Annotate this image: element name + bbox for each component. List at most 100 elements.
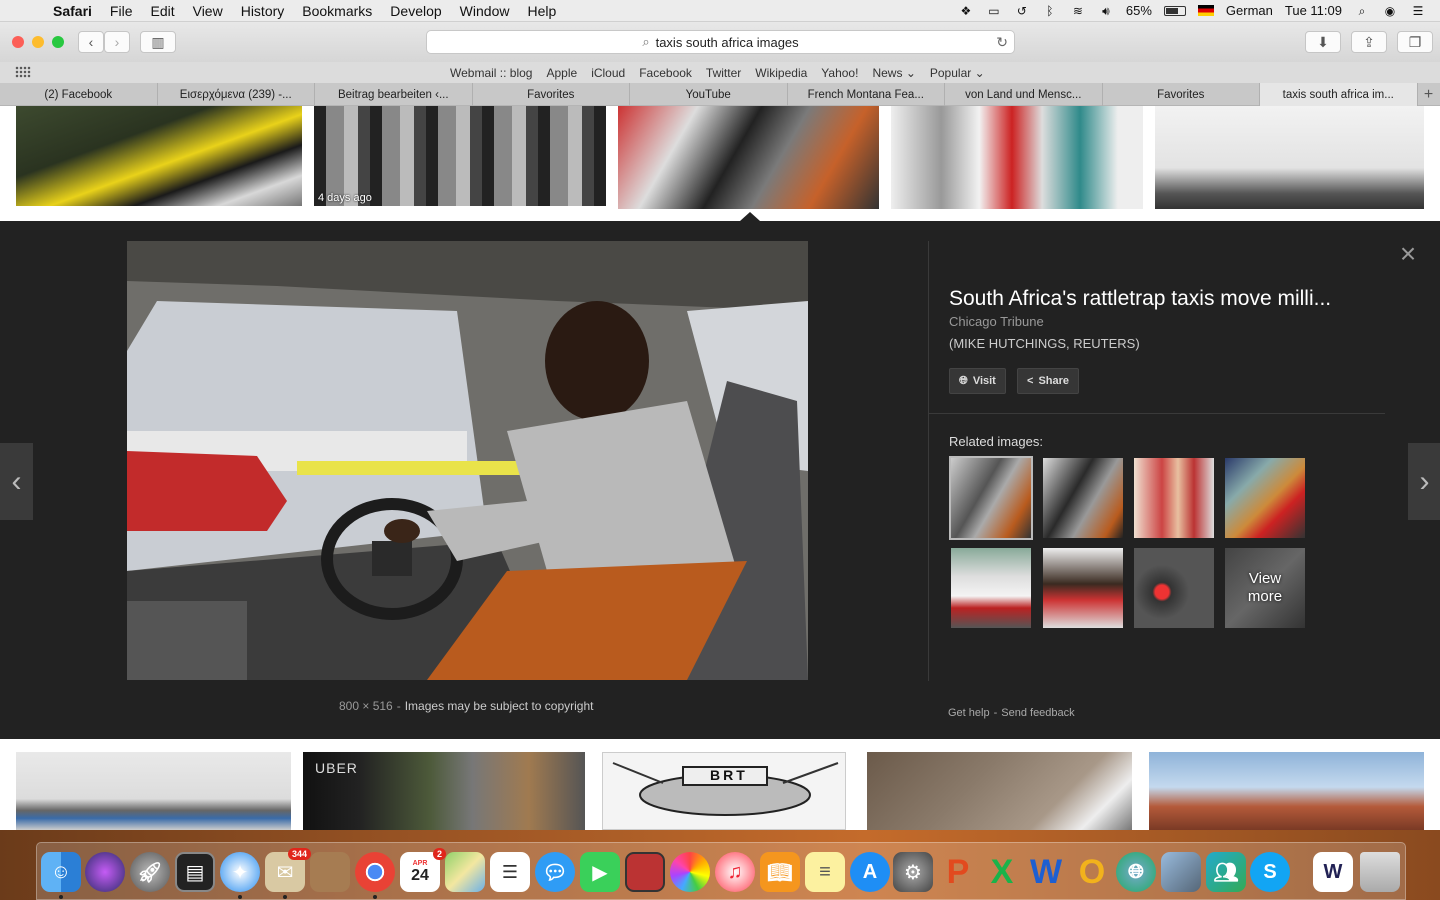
activity-monitor-icon[interactable]: ▤ <box>175 852 215 892</box>
top-sites-grid-icon[interactable] <box>15 66 31 78</box>
itunes-icon[interactable]: ♫ <box>715 852 755 892</box>
close-icon[interactable]: × <box>1396 240 1420 268</box>
tab-overview-button[interactable]: ❐ <box>1397 31 1433 53</box>
photos-icon[interactable] <box>670 852 710 892</box>
tab-taxis-search[interactable]: taxis south africa im... <box>1260 83 1418 106</box>
excel-icon[interactable]: X <box>982 852 1022 892</box>
address-bar[interactable]: ⌕ taxis south africa images ↻ <box>426 30 1015 54</box>
result-thumbnail[interactable] <box>16 752 291 830</box>
fav-facebook[interactable]: Facebook <box>639 66 692 80</box>
result-thumbnail[interactable]: UBER <box>303 752 585 830</box>
clock[interactable]: Tue 11:09 <box>1285 3 1342 18</box>
notes-icon[interactable]: ≡ <box>805 852 845 892</box>
fav-popular[interactable]: Popular ⌄ <box>930 66 985 80</box>
menu-history[interactable]: History <box>232 3 294 19</box>
maps-icon[interactable] <box>445 852 485 892</box>
previous-image-button[interactable]: ‹ <box>0 443 33 520</box>
back-button[interactable]: ‹ <box>78 31 104 53</box>
messages-icon[interactable]: 💬︎ <box>535 852 575 892</box>
menu-window[interactable]: Window <box>451 3 519 19</box>
fav-news[interactable]: News ⌄ <box>872 66 915 80</box>
facetime-icon[interactable]: ▶ <box>580 852 620 892</box>
get-help-link[interactable]: Get help <box>948 707 990 719</box>
related-image-thumbnail[interactable] <box>1043 458 1123 538</box>
volume-icon[interactable]: 🔊︎ <box>1098 4 1114 18</box>
menu-bookmarks[interactable]: Bookmarks <box>293 3 381 19</box>
airplay-icon[interactable]: ▭ <box>986 4 1002 18</box>
ibooks-icon[interactable]: 📖︎ <box>760 852 800 892</box>
german-flag-icon[interactable] <box>1197 5 1214 16</box>
tab-von-land[interactable]: von Land und Mensc... <box>945 83 1103 106</box>
result-thumbnail[interactable] <box>891 106 1143 209</box>
minimize-window-button[interactable] <box>32 36 44 48</box>
bluetooth-icon[interactable]: ᛒ <box>1042 4 1058 18</box>
menu-app-name[interactable]: Safari <box>44 3 101 19</box>
tab-favorites[interactable]: Favorites <box>473 83 630 106</box>
input-language[interactable]: German <box>1226 3 1273 18</box>
result-thumbnail-selected[interactable] <box>618 106 879 209</box>
send-feedback-link[interactable]: Send feedback <box>1001 707 1074 719</box>
fav-wikipedia[interactable]: Wikipedia <box>755 66 807 80</box>
tab-favorites-2[interactable]: Favorites <box>1103 83 1260 106</box>
notification-center-icon[interactable]: ☰ <box>1410 4 1426 18</box>
result-thumbnail[interactable] <box>1155 106 1424 209</box>
share-button[interactable]: < Share <box>1017 368 1080 394</box>
fav-icloud[interactable]: iCloud <box>591 66 625 80</box>
forward-button[interactable]: › <box>104 31 130 53</box>
powerpoint-icon[interactable]: P <box>938 852 978 892</box>
related-image-thumbnail[interactable] <box>1225 458 1305 538</box>
menu-edit[interactable]: Edit <box>141 3 183 19</box>
dropbox-icon[interactable]: ❖ <box>958 4 974 18</box>
word-icon[interactable]: W <box>1026 852 1066 892</box>
spotlight-icon[interactable]: ⌕ <box>1354 4 1370 18</box>
menu-file[interactable]: File <box>101 3 142 19</box>
fav-apple[interactable]: Apple <box>546 66 577 80</box>
app-store-icon[interactable]: A <box>850 852 890 892</box>
related-image-thumbnail[interactable] <box>1043 548 1123 628</box>
outlook-icon[interactable]: O <box>1072 852 1112 892</box>
visit-button[interactable]: 🌐︎ Visit <box>949 368 1006 394</box>
tab-french-montana[interactable]: French Montana Fea... <box>788 83 945 106</box>
view-more-related-button[interactable]: View more <box>1225 548 1305 628</box>
fav-yahoo[interactable]: Yahoo! <box>821 66 858 80</box>
result-thumbnail[interactable] <box>16 106 302 206</box>
menu-help[interactable]: Help <box>518 3 565 19</box>
document-stack-icon[interactable]: W <box>1313 852 1353 892</box>
related-image-thumbnail[interactable] <box>1134 548 1214 628</box>
related-image-thumbnail[interactable] <box>1134 458 1214 538</box>
siri-icon[interactable] <box>85 852 125 892</box>
menu-view[interactable]: View <box>184 3 232 19</box>
battery-percent[interactable]: 65% <box>1126 3 1152 18</box>
chrome-icon[interactable] <box>355 852 395 892</box>
fav-webmail[interactable]: Webmail :: blog <box>450 66 532 80</box>
wifi-icon[interactable]: ≋ <box>1070 4 1086 18</box>
mail-icon[interactable]: ✉ 344 <box>265 848 311 892</box>
fav-twitter[interactable]: Twitter <box>706 66 741 80</box>
trash-icon[interactable] <box>1360 852 1400 892</box>
result-thumbnail[interactable] <box>1149 752 1424 830</box>
finder-icon[interactable]: ☺ <box>41 852 81 892</box>
time-machine-icon[interactable]: ↺ <box>1014 4 1030 18</box>
tab-facebook[interactable]: (2) Facebook <box>0 83 158 106</box>
zoom-window-button[interactable] <box>52 36 64 48</box>
safari-icon[interactable]: ✦ <box>220 852 260 892</box>
skype-icon[interactable]: S <box>1250 852 1290 892</box>
network-icon[interactable]: 🌐︎ <box>1116 852 1156 892</box>
siri-icon[interactable]: ◉ <box>1382 4 1398 18</box>
sidebar-toggle-button[interactable]: ▥ <box>140 31 176 53</box>
tab-edit-post[interactable]: Beitrag bearbeiten ‹... <box>315 83 473 106</box>
close-window-button[interactable] <box>12 36 24 48</box>
result-thumbnail[interactable]: BRT <box>602 752 846 830</box>
messenger-icon[interactable]: 👥︎ <box>1206 852 1246 892</box>
connection-tool-icon[interactable] <box>1161 852 1201 892</box>
system-preferences-icon[interactable]: ⚙ <box>893 852 933 892</box>
contacts-icon[interactable] <box>310 852 350 892</box>
reminders-icon[interactable]: ☰ <box>490 852 530 892</box>
launchpad-icon[interactable]: 🚀︎ <box>130 852 170 892</box>
calendar-icon[interactable]: APR 24 2 <box>400 848 446 892</box>
related-image-thumbnail[interactable] <box>951 548 1031 628</box>
downloads-button[interactable]: ⬇ <box>1305 31 1341 53</box>
preview-image[interactable] <box>127 241 808 680</box>
menu-develop[interactable]: Develop <box>381 3 450 19</box>
tab-inbox[interactable]: Εισερχόμενα (239) -... <box>158 83 315 106</box>
